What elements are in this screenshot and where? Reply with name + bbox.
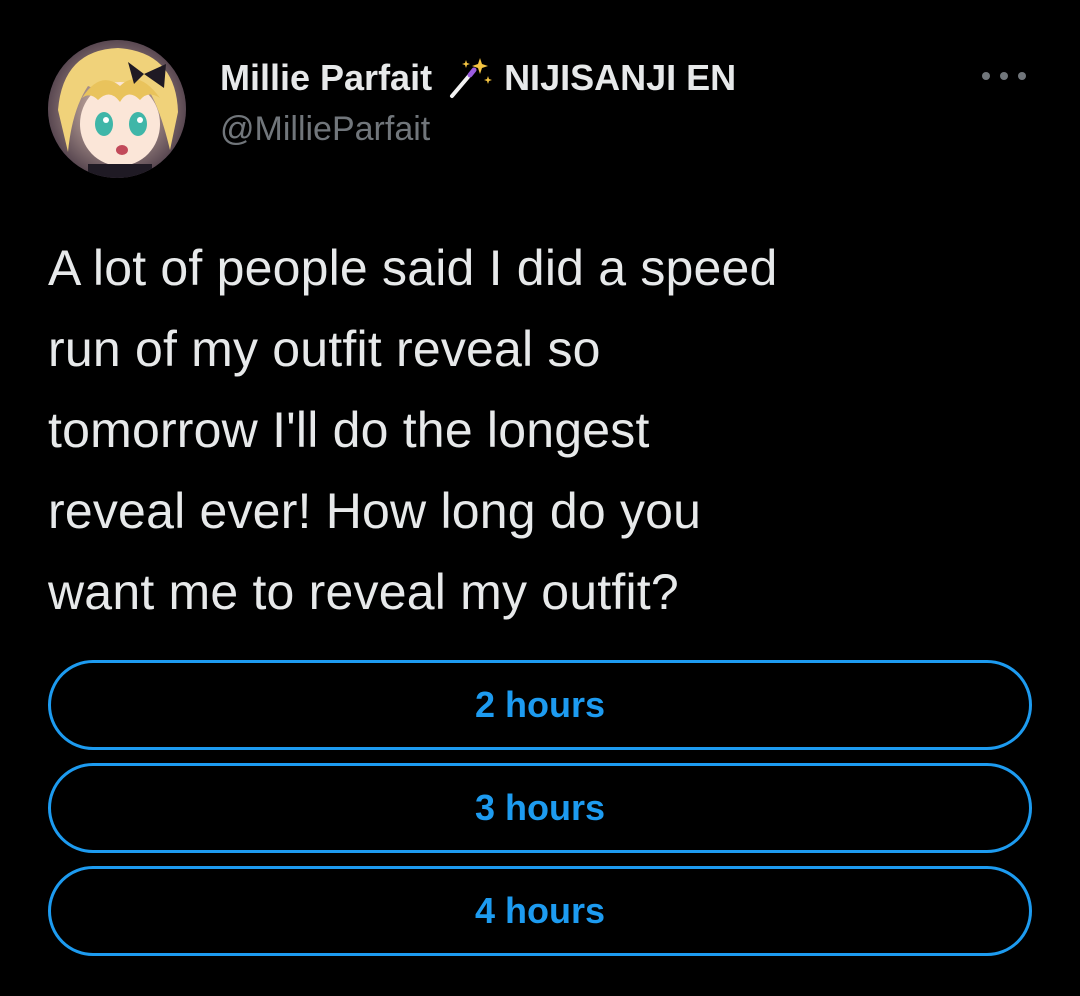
- more-options-icon[interactable]: [982, 66, 1026, 86]
- poll: 2 hours 3 hours 4 hours: [48, 660, 1032, 969]
- tweet-text-line: want me to reveal my outfit?: [48, 564, 679, 620]
- avatar[interactable]: [48, 40, 186, 178]
- tweet-text: A lot of people said I did a speed run o…: [48, 228, 1038, 633]
- poll-option-3-hours[interactable]: 3 hours: [48, 763, 1032, 853]
- tweet-header: Millie Parfait NIJISANJI EN @MillieParfa…: [48, 40, 1038, 180]
- dot: [1000, 72, 1008, 80]
- tweet-text-line: reveal ever! How long do you: [48, 483, 702, 539]
- magic-wand-icon: [444, 56, 494, 100]
- author-name-row[interactable]: Millie Parfait NIJISANJI EN: [220, 54, 736, 102]
- author-handle[interactable]: @MillieParfait: [220, 110, 430, 149]
- display-name[interactable]: Millie Parfait: [220, 57, 432, 99]
- tweet-text-line: run of my outfit reveal so: [48, 321, 601, 377]
- tweet-text-line: tomorrow I'll do the longest: [48, 402, 650, 458]
- affiliation-label: NIJISANJI EN: [504, 57, 737, 98]
- dot: [1018, 72, 1026, 80]
- tweet-text-line: A lot of people said I did a speed: [48, 240, 778, 296]
- poll-option-2-hours[interactable]: 2 hours: [48, 660, 1032, 750]
- dot: [982, 72, 990, 80]
- poll-option-4-hours[interactable]: 4 hours: [48, 866, 1032, 956]
